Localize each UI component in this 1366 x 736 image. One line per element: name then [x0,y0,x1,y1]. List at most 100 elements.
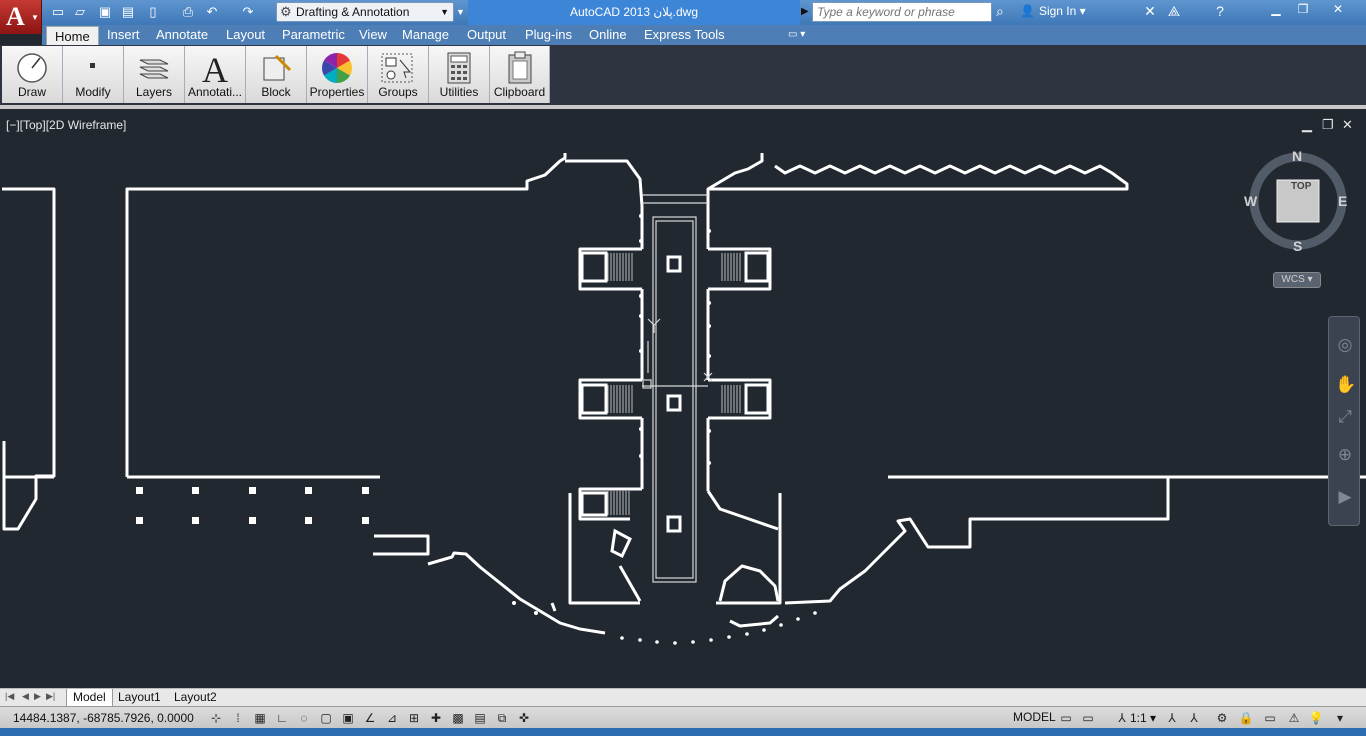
first-tab-icon[interactable]: |◀ [5,691,14,702]
infer-constraints-icon[interactable]: ⊹ [208,710,224,726]
autodesk-360-icon[interactable]: ⟁ [1164,3,1184,21]
help-icon[interactable]: ? [1210,3,1230,21]
zoom-icon[interactable]: ⤢ [1335,407,1355,427]
quick-view-drawings-icon[interactable]: ▭ [1080,710,1096,726]
object-snap-icon[interactable]: ▢ [318,710,334,726]
tab-manage[interactable]: Manage [402,25,449,45]
snap-mode-icon[interactable]: ⁞ [230,710,246,726]
saveas-icon[interactable]: ▤ [120,4,136,20]
tab-layout1[interactable]: Layout1 [112,689,167,707]
tab-model[interactable]: Model [66,689,113,707]
workspace-switching-icon[interactable]: ⚙ [1214,710,1230,726]
pan-icon[interactable]: ✋ [1335,375,1356,395]
layers-panel-button[interactable]: Layers [124,46,185,103]
transparency-icon[interactable]: ▩ [450,710,466,726]
sign-in-button[interactable]: 👤 Sign In ▾ [1020,4,1086,18]
drawing-canvas[interactable]: [−][Top][2D Wireframe] ▁ ❐ ✕ TOP N S E W… [0,111,1366,688]
annotation-label: Annotati... [187,85,243,99]
tab-layout2[interactable]: Layout2 [168,689,223,707]
3d-object-snap-icon[interactable]: ▣ [340,710,356,726]
tab-view[interactable]: View [359,25,387,45]
minimize-icon[interactable]: ▁ [1262,0,1290,18]
exchange-icon[interactable]: ✕ [1140,3,1160,21]
viewport-minimize-icon[interactable]: ▁ [1302,117,1312,133]
annotation-scale-icon[interactable]: ⅄ [1114,710,1130,726]
selection-cycling-icon[interactable]: ⧉ [494,710,510,726]
search-icon[interactable]: ⌕ [996,3,1014,21]
viewport-controls-label[interactable]: [−][Top][2D Wireframe] [6,118,126,132]
print-icon[interactable]: ⎙ [180,4,196,20]
polar-tracking-icon[interactable]: ◌ [296,710,312,726]
prev-tab-icon[interactable]: ◀ [22,691,29,702]
coordinate-display[interactable]: 14484.1387, -68785.7926, 0.0000 [13,711,194,725]
next-tab-icon[interactable]: ▶ [34,691,41,702]
compass-north[interactable]: N [1292,148,1302,164]
model-space-button[interactable]: MODEL [1013,710,1056,724]
dynamic-ucs-icon[interactable]: ⊿ [384,710,400,726]
viewport-close-icon[interactable]: ✕ [1342,117,1353,133]
quick-view-layouts-icon[interactable]: ▭ [1058,710,1074,726]
last-tab-icon[interactable]: ▶| [46,691,55,702]
undo-icon[interactable]: ↶ [204,4,220,20]
compass-east[interactable]: E [1338,193,1347,209]
svg-text:A: A [202,50,228,86]
save-icon[interactable]: ▣ [97,4,113,20]
showmotion-icon[interactable]: ▶ [1335,487,1355,507]
lineweight-icon[interactable]: ✚ [428,710,444,726]
annotation-panel-button[interactable]: A Annotati... [185,46,246,103]
open-icon[interactable]: ▱ [72,4,88,20]
steering-wheel-icon[interactable]: ◎ [1335,335,1355,355]
viewport-restore-icon[interactable]: ❐ [1322,117,1334,133]
tab-layout[interactable]: Layout [226,25,265,45]
new-icon[interactable]: ▭ [50,4,66,20]
tab-parametric[interactable]: Parametric [282,25,345,45]
layers-icon [139,59,169,79]
clipboard-panel-button[interactable]: Clipboard [490,46,550,103]
ucs-menu[interactable]: WCS ▾ [1273,272,1321,288]
hardware-acceleration-icon[interactable]: ▭ [1262,710,1278,726]
workspace-dropdown[interactable]: ⚙ Drafting & Annotation ▼ [276,2,454,22]
lock-ui-icon[interactable]: 🔒 [1238,710,1254,726]
orbit-icon[interactable]: ⊕ [1335,445,1355,465]
annotation-visibility-icon[interactable]: ⅄ [1164,710,1180,726]
quick-properties-icon[interactable]: ▤ [472,710,488,726]
customize-qat-icon[interactable]: ▼ [456,3,468,21]
expand-arrow-icon[interactable]: ▶ [801,6,809,17]
compass-south[interactable]: S [1293,238,1302,254]
layout-tab-bar: |◀ ◀ ▶ ▶| Model Layout1 Layout2 [0,688,1366,707]
viewcube-top-face[interactable]: TOP [1291,181,1311,192]
dynamic-input-icon[interactable]: ⊞ [406,710,422,726]
object-snap-tracking-icon[interactable]: ∠ [362,710,378,726]
ribbon-minimize-icon[interactable]: ▭ ▾ [788,29,805,40]
viewcube[interactable]: TOP N S E W [1244,148,1350,254]
modify-panel-button[interactable]: Modify [63,46,124,103]
tab-online[interactable]: Online [589,25,627,45]
application-menu-button[interactable]: A ▼ [0,0,42,34]
tab-home[interactable]: Home [46,26,99,45]
annotation-monitor-icon[interactable]: ✜ [516,710,532,726]
tab-plug-ins[interactable]: Plug-ins [525,25,572,45]
draw-panel-button[interactable]: Draw [2,46,63,103]
groups-panel-button[interactable]: Groups [368,46,429,103]
annotation-scale-value[interactable]: 1:1 ▾ [1130,711,1156,725]
grid-display-icon[interactable]: ▦ [252,710,268,726]
lightbulb-icon[interactable]: 💡 [1308,710,1324,726]
isolate-objects-icon[interactable]: ⚠ [1286,710,1302,726]
utilities-panel-button[interactable]: Utilities [429,46,490,103]
tab-output[interactable]: Output [467,25,506,45]
compass-west[interactable]: W [1244,193,1257,209]
floor-plan-drawing[interactable] [0,111,1366,688]
auto-scale-icon[interactable]: ⅄ [1186,710,1202,726]
properties-panel-button[interactable]: Properties [307,46,368,103]
redo-icon[interactable]: ↷ [240,4,256,20]
tab-insert[interactable]: Insert [107,25,140,45]
search-input[interactable] [812,2,992,22]
close-icon[interactable]: ✕ [1324,0,1352,18]
plot-preview-icon[interactable]: ▯ [145,4,161,20]
ortho-mode-icon[interactable]: ∟ [274,710,290,726]
tab-express-tools[interactable]: Express Tools [644,25,725,45]
clean-screen-icon[interactable]: ▾ [1332,710,1348,726]
restore-icon[interactable]: ❐ [1289,0,1317,18]
block-panel-button[interactable]: Block [246,46,307,103]
tab-annotate[interactable]: Annotate [156,25,208,45]
